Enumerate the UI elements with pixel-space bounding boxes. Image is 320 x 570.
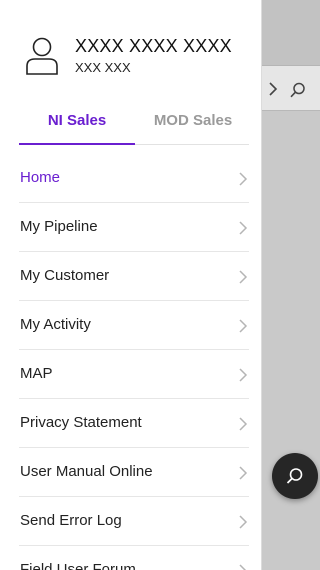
menu-item-label: Home [20, 169, 61, 186]
menu-item-label: Privacy Statement [20, 414, 142, 431]
background-header [262, 0, 320, 66]
sales-tabs: NI Sales MOD Sales [19, 103, 249, 145]
search-icon [286, 468, 303, 484]
menu-item-my-activity[interactable]: My Activity [19, 301, 249, 350]
chevron-right-icon [239, 368, 248, 382]
menu-item-label: Field User Forum [20, 561, 136, 570]
menu-item-my-pipeline[interactable]: My Pipeline [19, 203, 249, 252]
menu-item-label: My Customer [20, 267, 110, 284]
menu-item-label: User Manual Online [20, 463, 153, 480]
user-avatar-icon[interactable] [25, 36, 59, 76]
user-name: XXXX XXXX XXXX [75, 36, 232, 56]
navigation-drawer: XXXX XXXX XXXX XXX XXX NI Sales MOD Sale… [0, 0, 262, 570]
menu-item-user-manual-online[interactable]: User Manual Online [19, 448, 249, 497]
chevron-right-icon [239, 417, 248, 431]
menu-item-label: My Activity [20, 316, 91, 333]
chevron-right-icon [239, 270, 248, 284]
chevron-right-icon [239, 466, 248, 480]
menu-item-my-customer[interactable]: My Customer [19, 252, 249, 301]
chevron-right-icon [239, 221, 248, 235]
floating-search-button[interactable] [272, 453, 318, 499]
menu-item-field-user-forum[interactable]: Field User Forum [19, 546, 249, 570]
menu-item-send-error-log[interactable]: Send Error Log [19, 497, 249, 546]
tab-mod-sales[interactable]: MOD Sales [135, 103, 251, 145]
menu-item-map[interactable]: MAP [19, 350, 249, 399]
search-icon[interactable] [289, 81, 307, 99]
user-id: XXX XXX [75, 60, 131, 75]
chevron-right-icon[interactable] [266, 81, 280, 97]
chevron-right-icon [239, 515, 248, 529]
tab-ni-sales[interactable]: NI Sales [19, 103, 135, 145]
chevron-right-icon [239, 319, 248, 333]
chevron-right-icon [239, 172, 248, 186]
chevron-right-icon [239, 564, 247, 570]
menu-item-label: My Pipeline [20, 218, 98, 235]
menu-item-privacy-statement[interactable]: Privacy Statement [19, 399, 249, 448]
drawer-menu: Home My Pipeline My Customer My Activity… [19, 154, 249, 570]
menu-item-home[interactable]: Home [19, 154, 249, 203]
menu-item-label: MAP [20, 365, 53, 382]
menu-item-label: Send Error Log [20, 512, 122, 529]
